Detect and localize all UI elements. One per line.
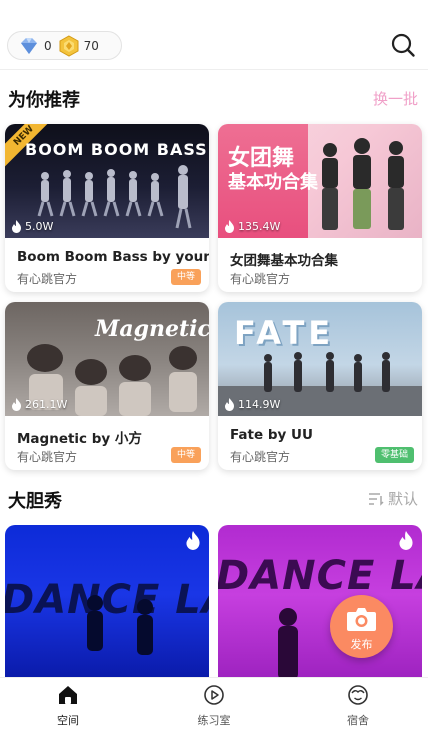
video-thumbnail: FATE 114.9W bbox=[218, 302, 422, 416]
publish-label: 发布 bbox=[350, 638, 373, 651]
video-card[interactable]: Magnetic 261.1W Magnetic by 小方 有心跳官方 中等 bbox=[5, 302, 209, 470]
view-count-value: 261.1W bbox=[25, 398, 68, 411]
fire-icon bbox=[225, 220, 234, 233]
card-author: 有心跳官方 bbox=[17, 450, 78, 464]
thumbnail-title: BOOM BOOM BASS bbox=[25, 140, 208, 159]
view-count: 135.4W bbox=[224, 220, 280, 233]
camera-icon bbox=[347, 608, 376, 631]
publish-button[interactable]: 发布 bbox=[330, 595, 393, 658]
view-count: 114.9W bbox=[224, 398, 280, 411]
card-author: 有心跳官方 bbox=[17, 272, 78, 286]
video-card[interactable]: NEW BOOM BOOM BASS 5.0W Boom Boom Bass b… bbox=[5, 124, 209, 292]
view-count-value: 135.4W bbox=[238, 220, 281, 233]
nav-label: 宿舍 bbox=[347, 714, 369, 727]
play-circle-icon bbox=[204, 685, 224, 705]
video-thumbnail: NEW BOOM BOOM BASS 5.0W bbox=[5, 124, 209, 238]
nav-space[interactable]: 空间 bbox=[28, 684, 108, 728]
card-author: 有心跳官方 bbox=[230, 450, 291, 464]
show-title: 大胆秀 bbox=[8, 491, 62, 512]
show-video-card[interactable]: DANCE LA bbox=[5, 525, 209, 680]
nav-label: 练习室 bbox=[197, 714, 231, 727]
dancer-graphic bbox=[278, 608, 298, 680]
card-title: Boom Boom Bass by young bbox=[17, 249, 209, 265]
card-author: 有心跳官方 bbox=[230, 272, 291, 286]
video-card[interactable]: 女团舞 基本功合集 135.4W 女团舞基本功合集 有心跳官方 bbox=[218, 124, 422, 292]
fire-icon bbox=[12, 398, 21, 411]
view-count-value: 114.9W bbox=[238, 398, 281, 411]
card-title: 女团舞基本功合集 bbox=[230, 253, 338, 269]
card-title: Fate by UU bbox=[230, 427, 313, 443]
video-card[interactable]: FATE 114.9W Fate by UU 有心跳官方 零基础 bbox=[218, 302, 422, 470]
video-thumbnail: 女团舞 基本功合集 135.4W bbox=[218, 124, 422, 238]
sort-label: 默认 bbox=[387, 490, 418, 508]
card-title: Magnetic by 小方 bbox=[17, 431, 142, 447]
level-tag: 中等 bbox=[170, 447, 201, 463]
refresh-button[interactable]: 换一批 bbox=[373, 88, 418, 109]
search-icon[interactable] bbox=[390, 32, 416, 58]
bottom-nav: 空间 练习室 宿舍 bbox=[0, 677, 428, 731]
dance-wall-graphic: DANCE LA bbox=[218, 553, 422, 599]
diamond-icon bbox=[21, 37, 37, 54]
sort-button[interactable]: 默认 bbox=[368, 488, 418, 509]
sort-icon bbox=[368, 492, 384, 506]
fire-icon bbox=[12, 220, 21, 233]
top-bar: 0 70 bbox=[0, 0, 428, 70]
dancer-graphic bbox=[87, 595, 153, 655]
home-icon bbox=[59, 686, 77, 704]
coin-icon bbox=[59, 34, 79, 57]
video-thumbnail: Magnetic 261.1W bbox=[5, 302, 209, 416]
nav-label: 空间 bbox=[57, 714, 79, 727]
fire-icon bbox=[225, 398, 234, 411]
dancers-graphic bbox=[322, 138, 404, 230]
coin-count: 70 bbox=[83, 38, 99, 53]
thumbnail-subtitle: 基本功合集 bbox=[228, 172, 318, 193]
fire-icon bbox=[186, 531, 200, 550]
level-tag: 中等 bbox=[170, 269, 201, 285]
fire-icon bbox=[399, 531, 413, 550]
nav-practice-room[interactable]: 练习室 bbox=[174, 684, 254, 728]
recommend-title: 为你推荐 bbox=[8, 90, 80, 111]
view-count: 261.1W bbox=[11, 398, 67, 411]
nav-dorm[interactable]: 宿舍 bbox=[318, 684, 398, 728]
level-tag: 零基础 bbox=[374, 447, 414, 463]
diamond-count: 0 bbox=[44, 38, 52, 53]
face-icon bbox=[348, 685, 368, 705]
view-count-value: 5.0W bbox=[25, 220, 54, 233]
show-video-card[interactable]: DANCE LA bbox=[218, 525, 422, 680]
currency-pill[interactable]: 0 70 bbox=[7, 31, 122, 60]
view-count: 5.0W bbox=[11, 220, 53, 233]
